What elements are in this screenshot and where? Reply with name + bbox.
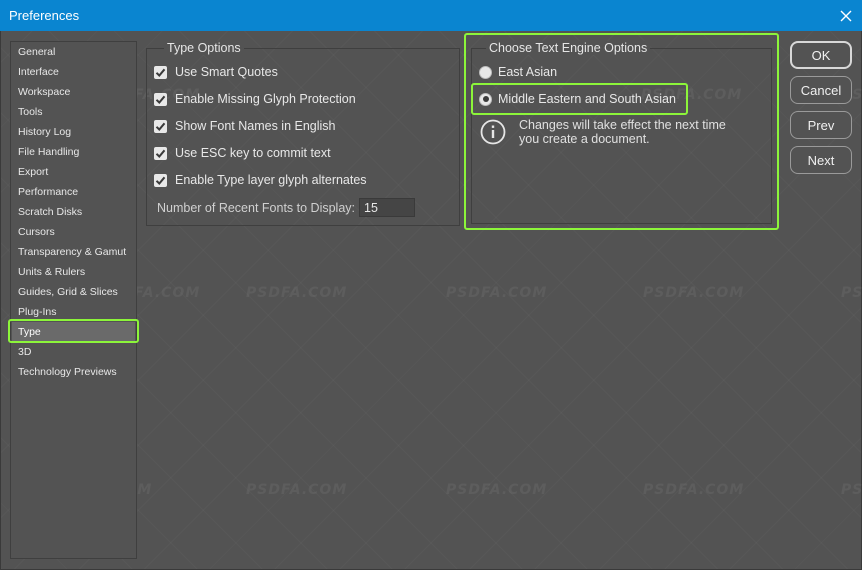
checkbox-box[interactable] [154,119,167,133]
checkbox-box[interactable] [154,92,167,106]
watermark-text: PSDFA.COM [841,482,862,498]
sidebar-item-cursors[interactable]: Cursors [12,222,135,242]
watermark-text: PSDFA.COM [446,482,548,498]
sidebar-item-file-handling[interactable]: File Handling [12,142,135,162]
watermark-text: PSDFA.COM [643,285,745,301]
checkmark-icon [155,122,166,131]
checkbox-label: Enable Missing Glyph Protection [175,92,356,106]
checkmark-icon [155,95,166,104]
sidebar-item-3d[interactable]: 3D [12,342,135,362]
text-engine-title: Choose Text Engine Options [486,41,651,55]
middle-eastern-radio[interactable]: Middle Eastern and South Asian [479,90,676,108]
sidebar-item-export[interactable]: Export [12,162,135,182]
checkmark-icon [155,68,166,77]
checkbox-label: Show Font Names in English [175,119,336,133]
sidebar-item-performance[interactable]: Performance [12,182,135,202]
ok-button[interactable]: OK [790,41,852,69]
radio-label: East Asian [498,65,558,79]
checkbox-label: Use Smart Quotes [175,65,278,79]
checkbox-box[interactable] [154,146,167,160]
smart-quotes-checkbox[interactable]: Use Smart Quotes [154,63,278,81]
esc-commit-checkbox[interactable]: Use ESC key to commit text [154,144,331,162]
sidebar-item-transparency-gamut[interactable]: Transparency & Gamut [12,242,135,262]
radio-dot [482,96,489,102]
radio-button[interactable] [479,92,492,106]
checkmark-icon [155,149,166,158]
sidebar-item-interface[interactable]: Interface [12,62,135,82]
sidebar-item-plug-ins[interactable]: Plug-Ins [12,302,135,322]
watermark-text: PSDFA.COM [643,482,745,498]
radio-label: Middle Eastern and South Asian [498,92,676,106]
watermark-text: PSDFA.COM [246,482,348,498]
info-line: you create a document. [519,132,650,146]
info-line: Changes will take effect the next time [519,118,726,132]
sidebar-item-technology-previews[interactable]: Technology Previews [12,362,135,382]
font-names-english-checkbox[interactable]: Show Font Names in English [154,117,336,135]
missing-glyph-checkbox[interactable]: Enable Missing Glyph Protection [154,90,356,108]
watermark-text: PSDFA.COM [246,285,348,301]
recent-fonts-label: Number of Recent Fonts to Display: [157,201,355,215]
title-bar: Preferences [0,0,862,31]
window-title: Preferences [9,8,80,23]
checkmark-icon [155,176,166,185]
info-message: Changes will take effect the next time y… [519,118,726,146]
checkbox-label: Use ESC key to commit text [175,146,331,160]
recent-fonts-input[interactable] [359,198,415,217]
sidebar-item-scratch-disks[interactable]: Scratch Disks [12,202,135,222]
info-icon [480,119,506,145]
preferences-dialog: PSDFA.COM PSDFA.COM PSDFA.COM PSDFA.COM … [0,31,862,570]
close-icon [840,10,852,21]
sidebar-item-units-rulers[interactable]: Units & Rulers [12,262,135,282]
east-asian-radio[interactable]: East Asian [479,63,557,81]
sidebar-item-workspace[interactable]: Workspace [12,82,135,102]
prev-button[interactable]: Prev [790,111,852,139]
checkbox-label: Enable Type layer glyph alternates [175,173,367,187]
checkbox-box[interactable] [154,173,167,187]
sidebar-item-general[interactable]: General [12,42,135,62]
cancel-button[interactable]: Cancel [790,76,852,104]
glyph-alternates-checkbox[interactable]: Enable Type layer glyph alternates [154,171,367,189]
radio-button[interactable] [479,65,492,79]
sidebar-item-type[interactable]: Type [12,322,135,342]
preferences-sidebar: General Interface Workspace Tools Histor… [10,41,137,559]
watermark-text: PSDFA.COM [841,285,862,301]
type-options-title: Type Options [164,41,244,55]
sidebar-item-guides-grid-slices[interactable]: Guides, Grid & Slices [12,282,135,302]
close-button[interactable] [830,0,862,31]
next-button[interactable]: Next [790,146,852,174]
sidebar-item-tools[interactable]: Tools [12,102,135,122]
watermark-text: PSDFA.COM [446,285,548,301]
checkbox-box[interactable] [154,65,167,79]
sidebar-item-history-log[interactable]: History Log [12,122,135,142]
